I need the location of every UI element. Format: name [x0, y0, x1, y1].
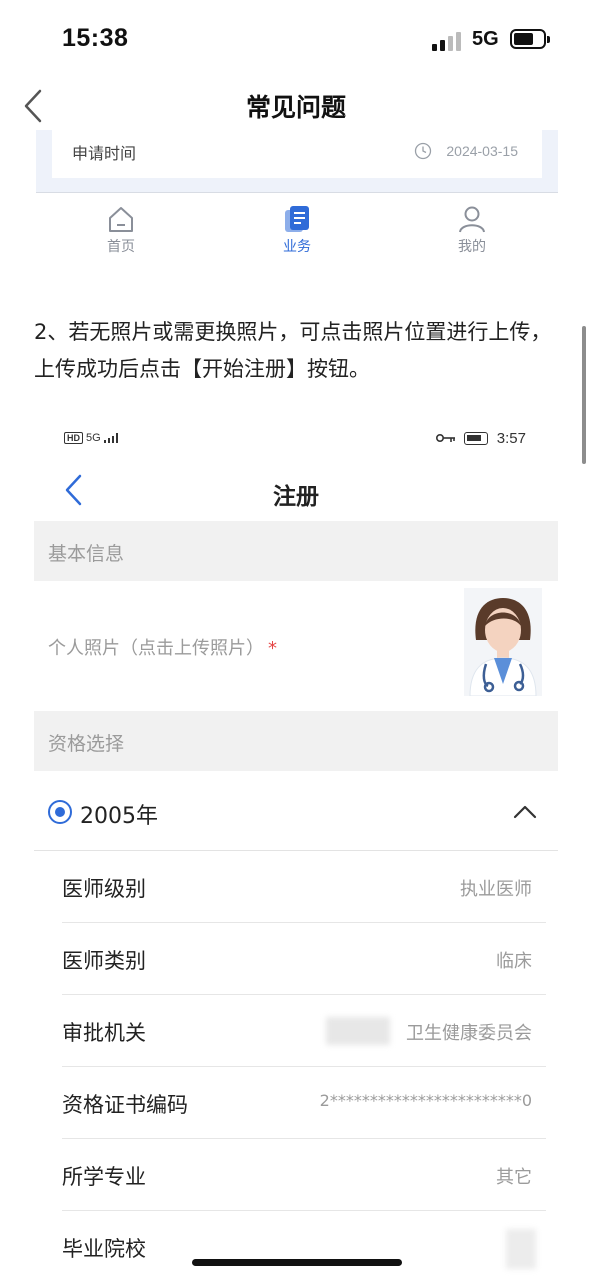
embedded-status-time: 3:57: [496, 430, 526, 447]
embedded-status-left: HD 5G: [64, 432, 118, 444]
application-date: 2024-03-15: [446, 143, 518, 159]
tab-mine-label: 我的: [458, 239, 486, 255]
redacted-text: [506, 1229, 536, 1269]
instruction-text: 2、若无照片或需更换照片，可点击照片位置进行上传，上传成功后点击【开始注册】按钮…: [34, 320, 552, 381]
divider: [36, 192, 558, 193]
section-basic-info-label: 基本信息: [48, 543, 125, 565]
network-type: 5G: [472, 28, 499, 50]
tab-home-label: 首页: [107, 239, 135, 255]
row-value: 卫生健康委员会: [406, 1023, 532, 1044]
application-time-card: 申请时间 2024-03-15: [36, 130, 558, 192]
row-label: 资格证书编码: [62, 1093, 188, 1117]
section-basic-info: 基本信息: [34, 521, 558, 581]
photo-label: 个人照片（点击上传照片） *: [48, 638, 277, 659]
status-time: 15:38: [62, 24, 129, 52]
chevron-up-icon[interactable]: [512, 804, 538, 820]
clock-icon: [414, 142, 432, 160]
row-label: 毕业院校: [62, 1237, 146, 1261]
row-value: 临床: [496, 951, 532, 972]
row-school: 毕业院校: [62, 1211, 546, 1280]
redacted-text: [326, 1017, 390, 1045]
year-radio-selected[interactable]: [48, 800, 72, 824]
tab-business[interactable]: 业务: [257, 204, 337, 256]
row-value: 执业医师: [460, 879, 532, 900]
key-icon: [436, 434, 455, 442]
battery-icon: [510, 29, 550, 49]
user-icon: [459, 206, 485, 233]
year-label[interactable]: 2005年: [80, 798, 158, 830]
row-label: 所学专业: [62, 1165, 146, 1189]
row-label: 审批机关: [62, 1021, 146, 1045]
registration-screenshot: HD 5G 3:57 注册 基本信息 个人照片（点击上传照片） * 资格选择 2…: [34, 420, 558, 1280]
row-label: 医师类别: [62, 949, 146, 973]
hd-badge-icon: HD: [64, 432, 83, 444]
signal-bars-icon: [103, 433, 118, 444]
home-icon: [109, 207, 133, 232]
doctor-avatar-icon: [469, 598, 537, 697]
row-value: 其它: [496, 1167, 532, 1188]
cellular-signal-icon: [432, 31, 464, 51]
section-qualification-label: 资格选择: [48, 733, 125, 755]
row-value: 2************************0: [319, 1091, 532, 1110]
scrollbar[interactable]: [582, 326, 586, 464]
embedded-battery-icon: [464, 432, 488, 445]
tab-bar: 首页 业务 我的: [36, 196, 558, 268]
tab-mine[interactable]: 我的: [432, 204, 512, 256]
section-qualification: 资格选择: [34, 711, 558, 771]
row-certificate-code: 资格证书编码 2************************0: [62, 1067, 546, 1139]
tab-business-label: 业务: [283, 239, 311, 255]
doctor-avatar-photo[interactable]: [464, 588, 542, 697]
registration-title: 注册: [273, 484, 319, 510]
required-mark: *: [268, 638, 277, 659]
row-doctor-level: 医师级别 执业医师: [62, 851, 546, 923]
row-doctor-category: 医师类别 临床: [62, 923, 546, 995]
application-time-label: 申请时间: [72, 144, 137, 163]
row-label: 医师级别: [62, 877, 146, 901]
row-major: 所学专业 其它: [62, 1139, 546, 1211]
business-doc-icon: [285, 206, 309, 232]
row-approval-authority: 审批机关 卫生健康委员会: [62, 995, 546, 1067]
tab-home[interactable]: 首页: [81, 204, 161, 256]
page-title: 常见问题: [245, 93, 346, 122]
home-indicator[interactable]: [192, 1259, 402, 1266]
